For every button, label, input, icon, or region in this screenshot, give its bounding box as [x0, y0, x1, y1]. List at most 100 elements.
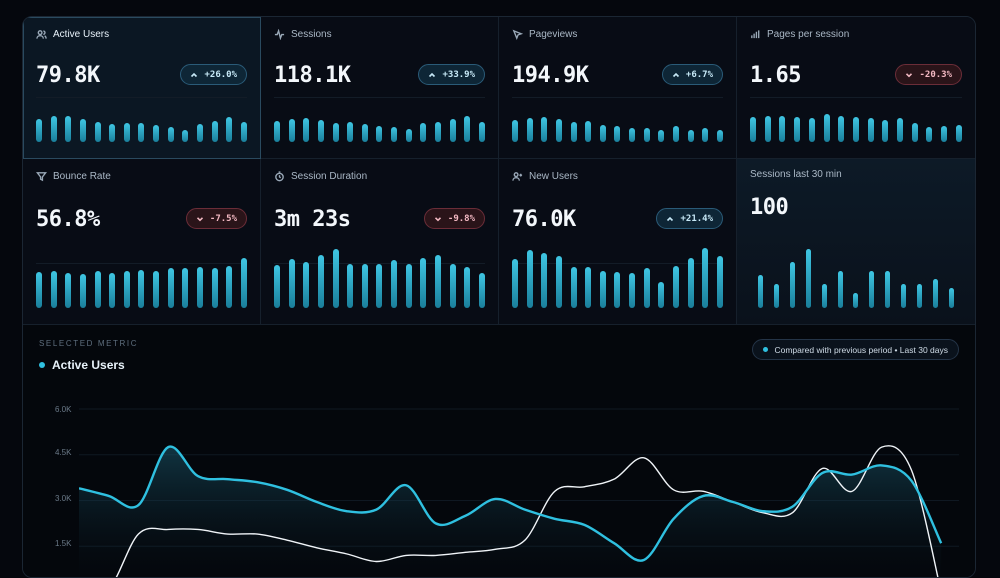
spark-bar [779, 116, 786, 142]
spark-bar [317, 120, 324, 142]
spark-bar [599, 125, 606, 142]
spark-bar [478, 122, 485, 142]
spark-bar [599, 271, 606, 308]
spark-bar [629, 273, 636, 308]
spark-bar [585, 267, 592, 308]
spark-bar [837, 271, 843, 308]
spark-bar [211, 121, 218, 142]
delta-badge: +6.7% [661, 64, 723, 85]
spark-bar [541, 253, 548, 308]
spark-bar [226, 117, 233, 142]
chevron-up-icon [667, 216, 674, 221]
spark-bar [716, 256, 723, 308]
compare-pill[interactable]: Compared with previous period • Last 30 … [752, 339, 959, 360]
realtime-card: Sessions last 30 min 100 [737, 159, 975, 325]
spark-bar [449, 119, 456, 142]
spark-bar [926, 127, 933, 142]
spark-bar [420, 123, 427, 142]
user-plus-icon [512, 172, 523, 181]
spark-bar [570, 267, 577, 308]
kpi-card-pages-per-session[interactable]: Pages per session 1.65 -20.3% [737, 17, 975, 159]
spark-bar [240, 122, 247, 142]
spark-bar [464, 116, 471, 142]
kpi-card-new-users[interactable]: New Users 76.0K +21.4% [499, 159, 737, 325]
spark-bar [673, 126, 680, 142]
spark-bar [541, 117, 548, 142]
spark-bar [167, 268, 174, 308]
spark-bar [941, 126, 948, 142]
spark-bar [420, 258, 427, 308]
spark-bar [274, 265, 280, 308]
sparkbars [750, 114, 962, 142]
spark-bar [673, 266, 680, 308]
compare-dot [763, 347, 769, 352]
divider [750, 97, 962, 98]
spark-bar [138, 270, 145, 308]
spark-bar [123, 271, 130, 308]
spark-bar [182, 268, 189, 308]
delta-value: +26.0% [204, 69, 237, 80]
spark-bar [303, 262, 310, 308]
kpi-card-active-users[interactable]: Active Users 79.8K +26.0% [23, 17, 261, 159]
spark-bar [585, 121, 592, 142]
dashboard-frame: Active Users 79.8K +26.0% Sessions 118.1… [22, 16, 976, 578]
kpi-label: Pageviews [529, 29, 578, 40]
spark-bar [643, 128, 650, 142]
delta-badge: +26.0% [180, 64, 247, 85]
spark-bar [435, 122, 442, 142]
y-tick-label: 6.0K [55, 405, 72, 414]
spark-bar [512, 259, 518, 308]
spark-bar [197, 267, 204, 308]
spark-bar [614, 126, 621, 142]
delta-badge: +33.9% [418, 64, 485, 85]
bar-chart-icon [751, 30, 760, 39]
spark-bar [916, 284, 922, 308]
delta-badge: +21.4% [656, 208, 723, 229]
spark-bar [109, 124, 116, 142]
spark-bar [764, 116, 771, 142]
spark-bar [852, 117, 859, 142]
kpi-value: 118.1K [274, 63, 351, 88]
spark-bar [182, 130, 189, 142]
spark-bar [65, 273, 72, 308]
kpi-card-bounce-rate[interactable]: Bounce Rate 56.8% -7.5% [23, 159, 261, 325]
kpi-card-session-duration[interactable]: Session Duration 3m 23s -9.8% [261, 159, 499, 325]
line-chart[interactable] [79, 389, 959, 578]
spark-bar [376, 264, 383, 308]
spark-bar [288, 119, 295, 142]
spark-bar [838, 116, 845, 142]
spark-bar [153, 271, 160, 308]
spark-bar [526, 250, 533, 308]
spark-bar [901, 284, 907, 308]
spark-bar [629, 128, 636, 142]
kpi-label: Session Duration [291, 171, 368, 182]
realtime-value: 100 [750, 195, 789, 220]
spark-bar [79, 274, 86, 308]
spark-bar [774, 284, 780, 308]
spark-bar [65, 116, 72, 142]
kpi-value: 76.0K [512, 207, 576, 232]
chevron-up-icon [429, 72, 436, 77]
kpi-card-sessions[interactable]: Sessions 118.1K +33.9% [261, 17, 499, 159]
spark-bar [478, 273, 485, 308]
spark-bar [405, 129, 412, 142]
funnel-icon [36, 172, 47, 182]
cursor-icon [512, 29, 523, 40]
spark-bar [555, 256, 562, 308]
kpi-value: 1.65 [750, 63, 801, 88]
delta-value: +6.7% [685, 69, 713, 80]
spark-bar [391, 260, 398, 308]
spark-bar [361, 124, 368, 142]
sparkbars [274, 116, 485, 142]
delta-badge: -9.8% [423, 208, 485, 229]
section-label: SELECTED METRIC [39, 339, 139, 348]
spark-bar [211, 268, 218, 308]
spark-bar [167, 127, 174, 142]
spark-bar [643, 268, 650, 308]
delta-value: +21.4% [680, 213, 713, 224]
kpi-card-pageviews[interactable]: Pageviews 194.9K +6.7% [499, 17, 737, 159]
spark-bar [79, 119, 86, 142]
kpi-label: Pages per session [767, 29, 850, 40]
spark-bar [303, 118, 310, 142]
spark-bar [50, 116, 57, 142]
